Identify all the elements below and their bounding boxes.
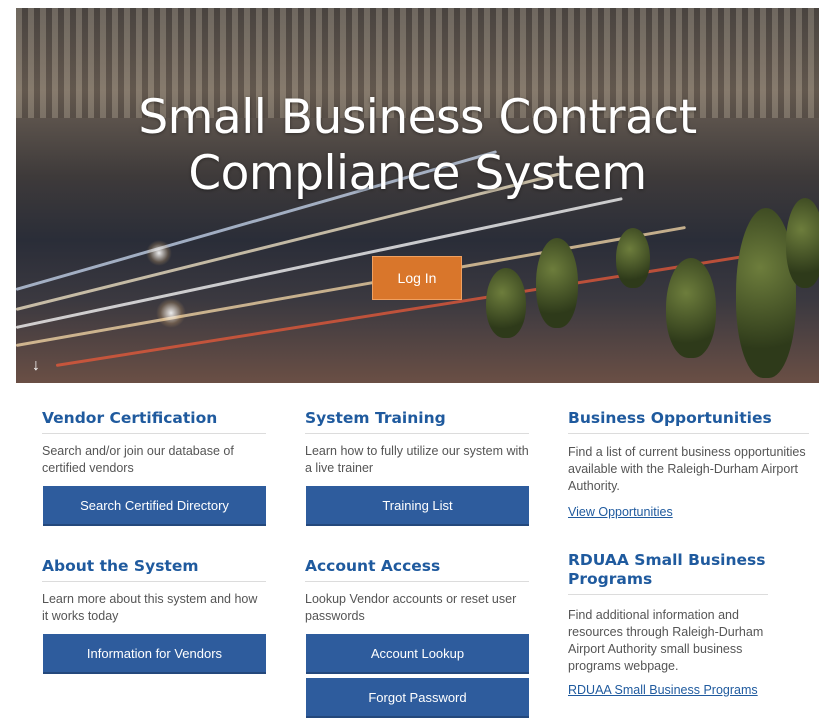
light-glow — [156, 298, 186, 328]
card-description: Learn more about this system and how it … — [42, 592, 258, 623]
card-title: RDUAA Small Business Programs — [568, 551, 768, 595]
light-glow — [146, 240, 172, 266]
training-list-button[interactable]: Training List — [306, 486, 529, 526]
rduaa-programs-link[interactable]: RDUAA Small Business Programs — [568, 683, 758, 697]
vendor-certification-card: Vendor Certification Search and/or join … — [42, 409, 266, 477]
system-training-card: System Training Learn how to fully utili… — [305, 409, 529, 477]
card-description: Lookup Vendor accounts or reset user pas… — [305, 592, 517, 623]
card-title: Business Opportunities — [568, 409, 809, 434]
tree — [536, 238, 578, 328]
information-for-vendors-button[interactable]: Information for Vendors — [43, 634, 266, 674]
view-opportunities-link[interactable]: View Opportunities — [568, 505, 673, 519]
card-title: Vendor Certification — [42, 409, 266, 434]
rduaa-programs-card: RDUAA Small Business Programs Find addit… — [568, 551, 809, 699]
tree — [616, 228, 650, 288]
card-description: Find additional information and resource… — [568, 608, 764, 673]
hero-banner: Small Business Contract Compliance Syste… — [16, 8, 819, 383]
tree — [486, 268, 526, 338]
hero-title-line2: Compliance System — [188, 146, 647, 201]
card-description: Search and/or join our database of certi… — [42, 444, 234, 475]
arrow-down-icon[interactable]: ↓ — [32, 357, 40, 375]
search-certified-directory-button[interactable]: Search Certified Directory — [43, 486, 266, 526]
card-title: About the System — [42, 557, 266, 582]
tree — [666, 258, 716, 358]
account-lookup-button[interactable]: Account Lookup — [306, 634, 529, 674]
login-button[interactable]: Log In — [372, 256, 462, 300]
tree — [786, 198, 819, 288]
card-description: Learn how to fully utilize our system wi… — [305, 444, 529, 475]
hero-title: Small Business Contract Compliance Syste… — [16, 90, 819, 202]
card-title: System Training — [305, 409, 529, 434]
light-trail — [16, 225, 686, 347]
card-description: Find a list of current business opportun… — [568, 445, 806, 493]
card-title: Account Access — [305, 557, 529, 582]
business-opportunities-card: Business Opportunities Find a list of cu… — [568, 409, 809, 521]
forgot-password-button[interactable]: Forgot Password — [306, 678, 529, 718]
account-access-card: Account Access Lookup Vendor accounts or… — [305, 557, 529, 625]
hero-title-line1: Small Business Contract — [138, 90, 697, 145]
about-system-card: About the System Learn more about this s… — [42, 557, 266, 625]
